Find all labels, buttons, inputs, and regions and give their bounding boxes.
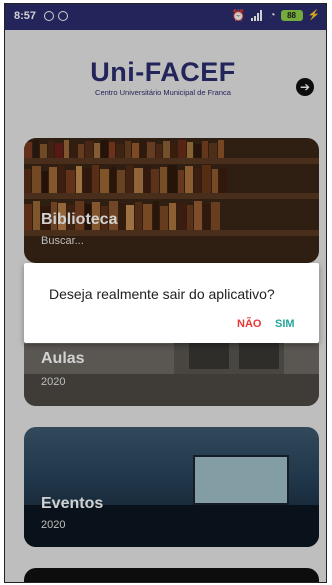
phone-screen: 8:57 ⏰ ◔ 88 ⚡ Uni-FACEF Centro Universit…: [4, 3, 327, 583]
dialog-message: Deseja realmente sair do aplicativo?: [49, 286, 275, 302]
no-button[interactable]: NÃO: [237, 318, 261, 330]
exit-confirm-dialog: Deseja realmente sair do aplicativo? NÃO…: [24, 263, 319, 343]
yes-button[interactable]: SIM: [275, 318, 295, 330]
